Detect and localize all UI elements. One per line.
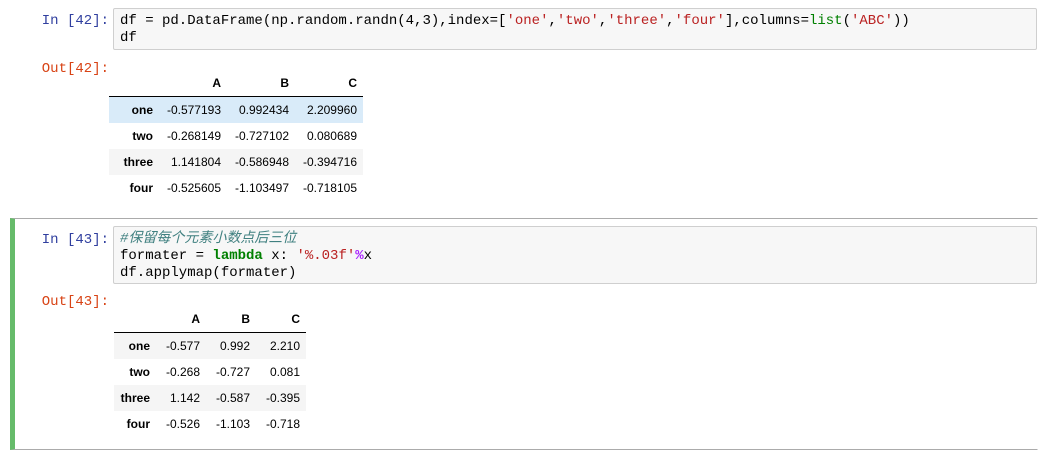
output-prompt: Out[42]: [41,61,109,77]
row-index: three [120,391,150,405]
table-cell: -0.727 [215,365,250,379]
table-cell: -0.577 [165,339,200,353]
table-cell: -1.103 [215,417,250,431]
table-row: one -0.577193 0.992434 2.209960 [109,96,363,123]
column-header: B [227,70,295,97]
table-cell: -0.577193 [166,103,221,117]
table-cell: -0.526 [165,417,200,431]
code-cell-43[interactable]: In [43]: #保留每个元素小数点后三位 formater = lambda… [10,218,1038,450]
code-operator: % [355,248,364,264]
table-header-row: A B C [109,70,363,97]
code-string: 'one' [506,13,549,29]
table-header-row: A B C [114,306,306,333]
row-index: four [126,417,150,431]
code-text: df = pd.DataFrame(np.random.randn(4,3),i… [120,13,507,29]
dataframe-table: A B C one -0.577193 0.992434 2.209960 tw… [109,70,363,201]
code-text: x: [262,248,297,264]
table-row: one -0.577 0.992 2.210 [114,332,306,359]
column-header: C [256,306,306,333]
code-text: df.applymap(formater) [120,265,297,281]
table-row: three 1.142 -0.587 -0.395 [114,385,306,411]
code-text: )) [893,13,910,29]
code-string: 'ABC' [850,13,893,29]
code-text: ],columns= [724,13,809,29]
table-cell: 1.141804 [170,155,221,169]
table-cell: 1.142 [169,391,200,405]
column-header: B [206,306,256,333]
table-cell: -0.525605 [166,181,221,195]
table-cell: 2.210 [269,339,300,353]
table-cell: -0.268 [165,365,200,379]
code-builtin: list [808,13,843,29]
table-cell: -0.586948 [234,155,289,169]
code-string: '%.03f' [296,248,356,264]
output-prompt: Out[43]: [41,294,109,310]
code-keyword: lambda [212,248,263,264]
code-cell-42[interactable]: In [42]: df = pd.DataFrame(np.random.ran… [10,4,1038,211]
table-cell: 0.992434 [238,103,289,117]
table-row: three 1.141804 -0.586948 -0.394716 [109,149,363,175]
code-editor[interactable]: #保留每个元素小数点后三位 formater = lambda x: '%.03… [113,226,1037,284]
input-prompt: In [42]: [41,13,109,29]
table-cell: 0.080689 [306,129,357,143]
column-header: C [295,70,363,97]
code-editor[interactable]: df = pd.DataFrame(np.random.randn(4,3),i… [113,8,1037,50]
code-string: 'two' [556,13,599,29]
column-header: A [156,306,206,333]
table-row: two -0.268149 -0.727102 0.080689 [109,123,363,149]
table-row: four -0.525605 -1.103497 -0.718105 [109,175,363,201]
row-index: one [131,103,153,117]
row-index: four [129,181,153,195]
code-text: , [548,13,557,29]
table-cell: -0.718105 [302,181,357,195]
code-text: formater = [120,248,213,264]
table-row: four -0.526 -1.103 -0.718 [114,411,306,437]
table-cell: -0.727102 [234,129,289,143]
table-cell: 0.081 [269,365,300,379]
table-cell: -0.718 [265,417,300,431]
table-cell: -0.395 [265,391,300,405]
table-cell: -0.268149 [166,129,221,143]
row-index: three [123,155,153,169]
index-header [114,306,156,333]
column-header: A [159,70,227,97]
code-string: 'four' [674,13,725,29]
code-text: ( [842,13,851,29]
table-cell: -0.394716 [302,155,357,169]
code-text: , [666,13,675,29]
row-index: two [129,365,150,379]
index-header [109,70,159,97]
code-comment: #保留每个元素小数点后三位 [120,231,297,247]
table-cell: 2.209960 [306,103,357,117]
input-prompt: In [43]: [41,232,109,248]
table-cell: -1.103497 [234,181,289,195]
code-text: df [120,30,137,46]
code-string: 'three' [607,13,667,29]
table-row: two -0.268 -0.727 0.081 [114,359,306,385]
table-cell: 0.992 [219,339,250,353]
code-text: x [363,248,373,264]
row-index: one [128,339,150,353]
dataframe-table: A B C one -0.577 0.992 2.210 two -0.268 … [114,306,306,437]
row-index: two [132,129,153,143]
table-cell: -0.587 [215,391,250,405]
